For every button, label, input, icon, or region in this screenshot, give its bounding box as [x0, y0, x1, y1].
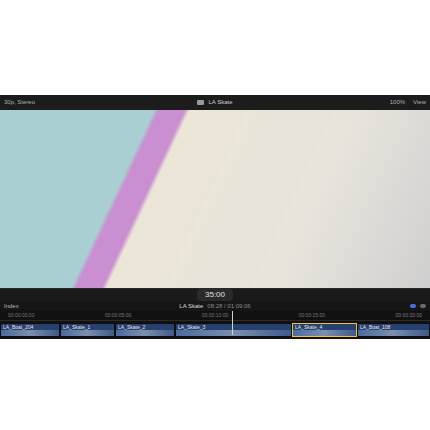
- toolbar: 35:00: [0, 288, 430, 301]
- viewer-controls: 100% View: [346, 98, 426, 107]
- app: 30p, Stereo LA Skate 100% View 35:00 Index LA …: [0, 0, 430, 430]
- format-label: 30p, Stereo: [4, 98, 84, 107]
- playhead[interactable]: [232, 311, 233, 335]
- film-icon: [197, 100, 204, 105]
- ruler-tick: 00:00:15:00: [299, 312, 325, 320]
- ruler-tick: 00:00:20:00: [396, 312, 422, 320]
- project-info: LA Skate08:28 / 01:09:06: [179, 302, 250, 311]
- view-menu[interactable]: View: [413, 98, 426, 107]
- ruler-tick: 00:00:00:00: [8, 312, 34, 320]
- ruler-tick: 00:00:10:00: [202, 312, 228, 320]
- video-frame: [0, 110, 430, 288]
- clip[interactable]: LA_Boat_108: [357, 323, 430, 337]
- timeline-header: Index LA Skate08:28 / 01:09:06: [0, 301, 430, 311]
- viewer-title: LA Skate: [197, 98, 232, 107]
- ruler-tick: 00:00:05:00: [105, 312, 131, 320]
- clip-track: LA_Boat_204LA_Skate_1LA_Skate_2LA_Skate_…: [0, 323, 430, 337]
- clip[interactable]: LA_Skate_1: [60, 323, 115, 337]
- timecode: 35:00: [197, 289, 233, 301]
- viewer-header: 30p, Stereo LA Skate 100% View: [0, 95, 430, 110]
- ruler: 00:00:00:00 00:00:05:00 00:00:10:00 00:00:1…: [0, 311, 430, 321]
- clip[interactable]: LA_Boat_204: [0, 323, 60, 337]
- clip[interactable]: LA_Skate_2: [115, 323, 175, 337]
- index-button[interactable]: Index: [4, 302, 84, 311]
- clip[interactable]: LA_Skate_4: [292, 323, 357, 337]
- clip[interactable]: LA_Skate_3: [175, 323, 292, 337]
- bottom-margin: [0, 339, 430, 430]
- editor: 30p, Stereo LA Skate 100% View 35:00 Index LA …: [0, 95, 430, 339]
- top-margin: [0, 0, 430, 95]
- zoom-menu[interactable]: 100%: [390, 98, 405, 107]
- timeline-tools: [346, 304, 426, 308]
